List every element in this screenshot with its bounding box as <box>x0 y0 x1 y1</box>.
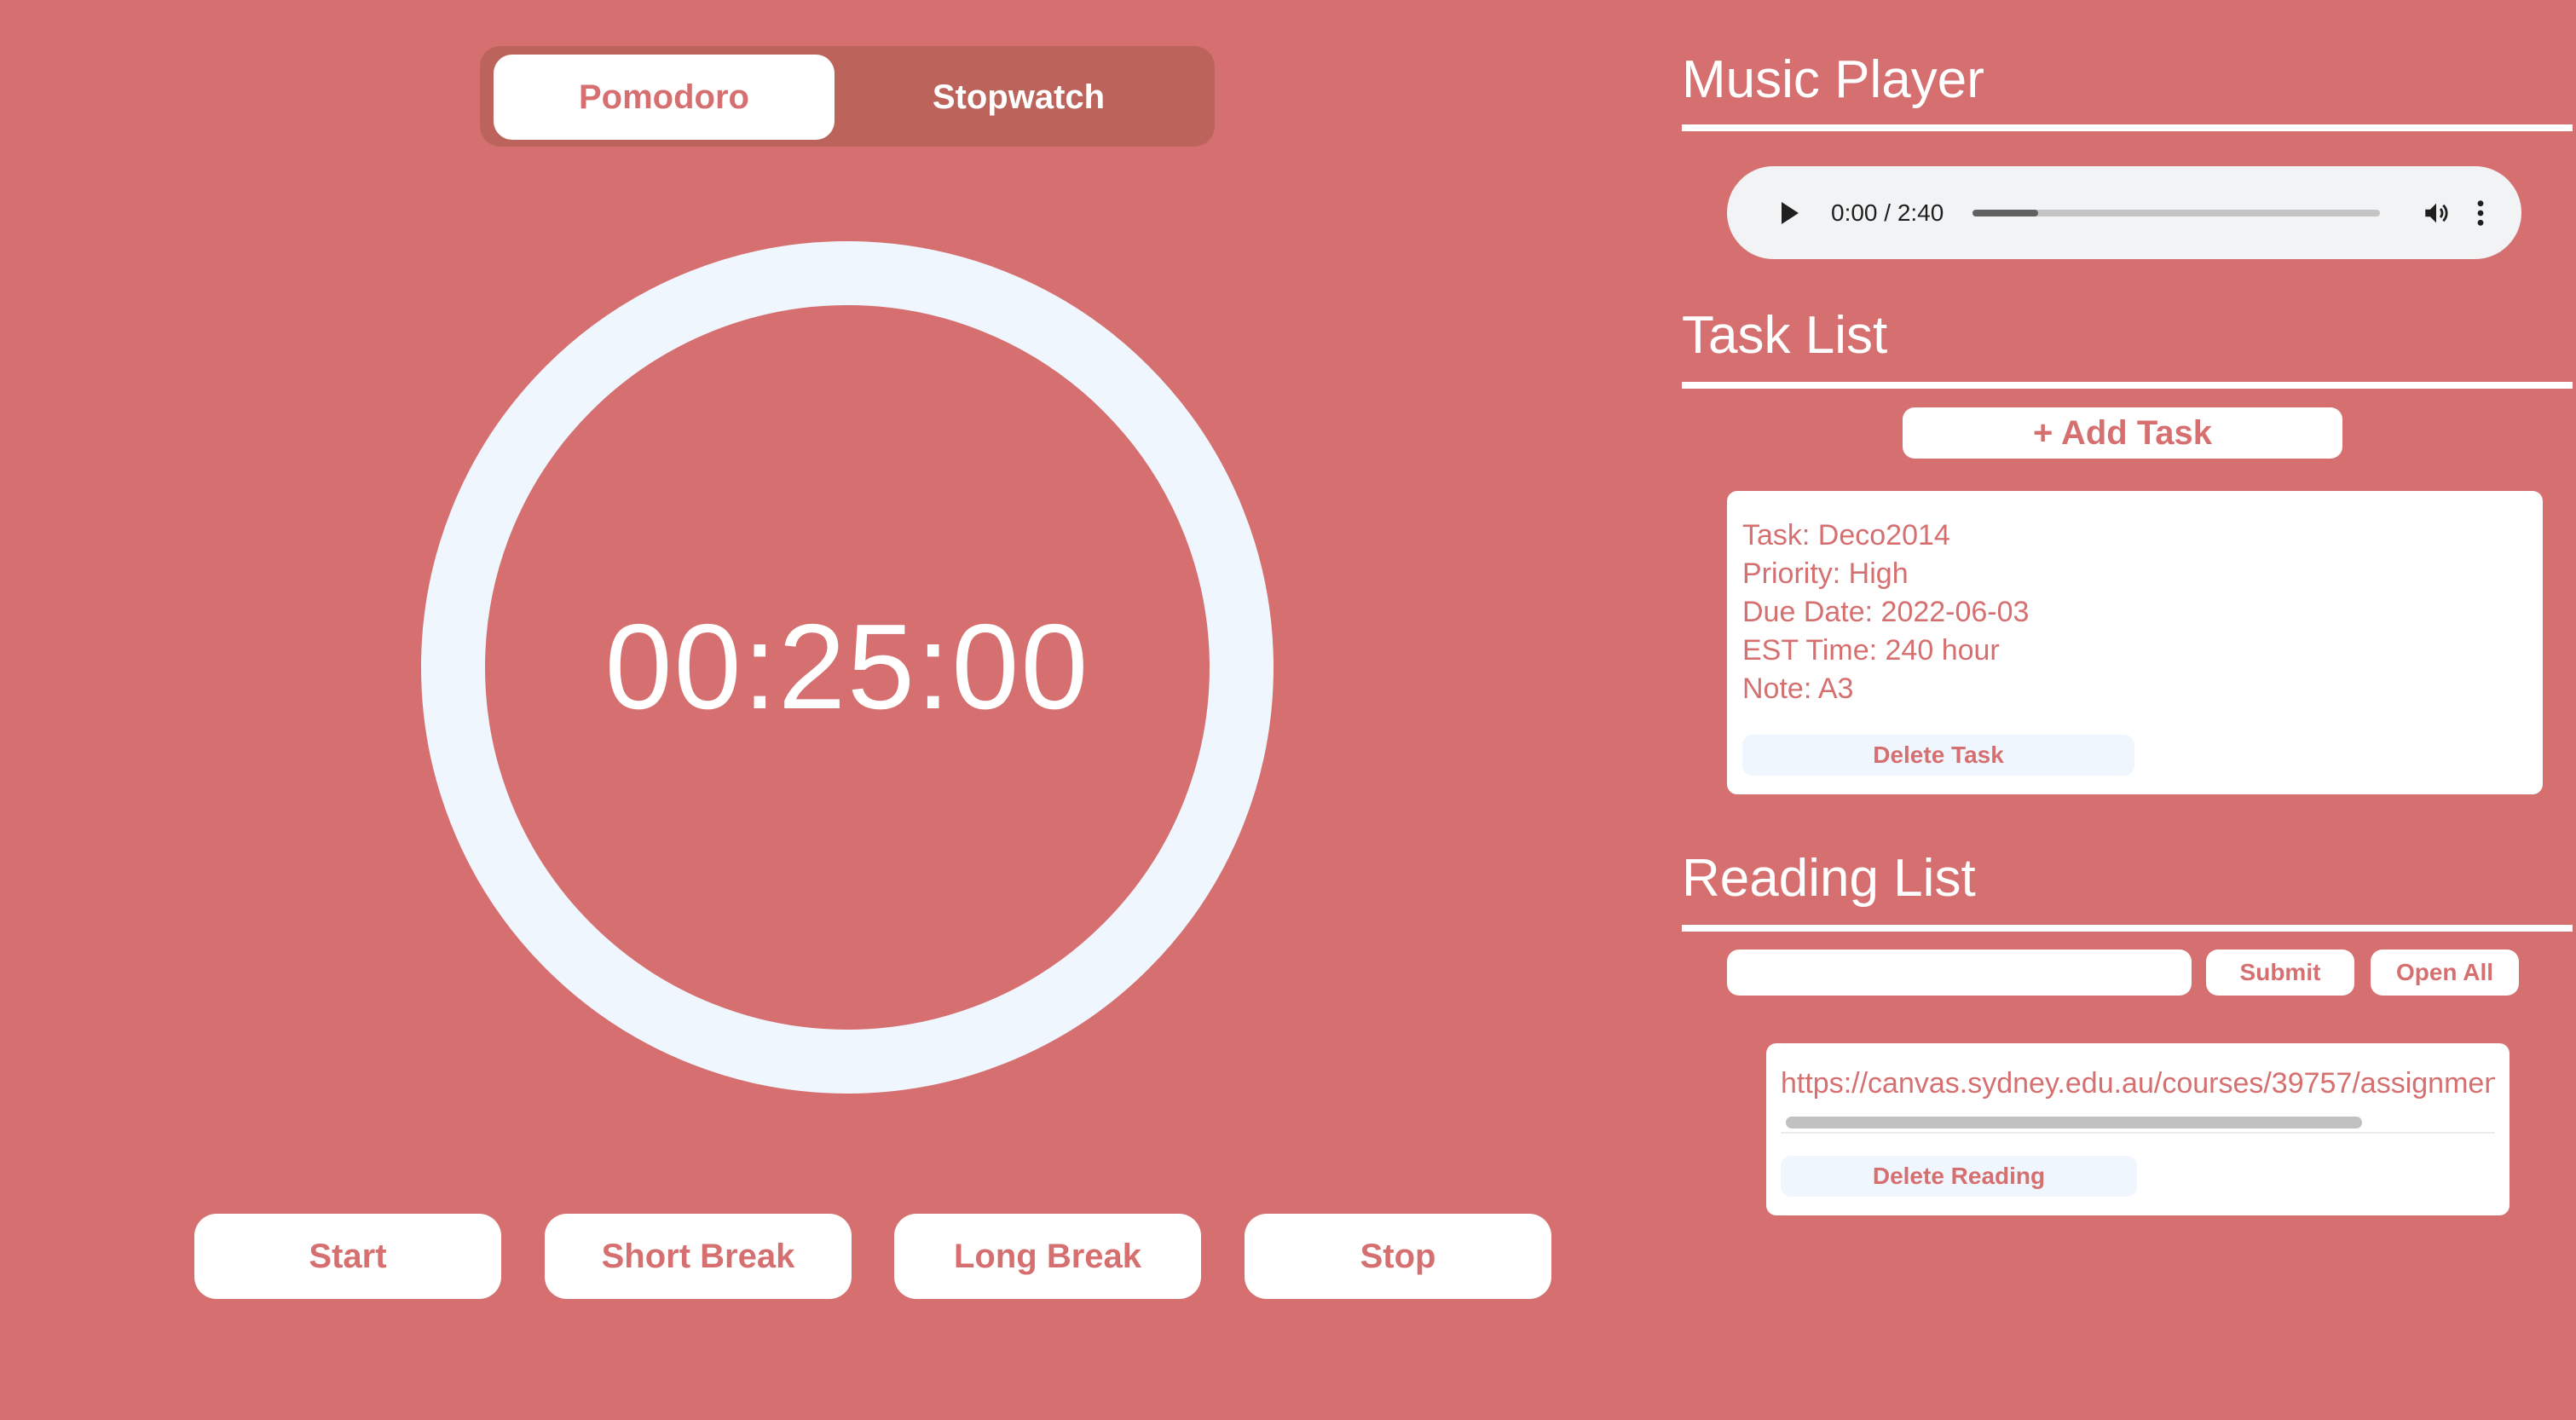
audio-time: 0:00 / 2:40 <box>1831 199 1944 226</box>
reading-link[interactable]: https://canvas.sydney.edu.au/courses/397… <box>1781 1067 2495 1100</box>
delete-task-button[interactable]: Delete Task <box>1742 735 2134 776</box>
audio-buffered <box>1972 209 2038 216</box>
task-priority: Priority: High <box>1742 557 1909 590</box>
audio-player: 0:00 / 2:40 <box>1727 166 2521 259</box>
tab-stopwatch[interactable]: Stopwatch <box>848 55 1189 140</box>
music-player-divider <box>1682 124 2573 131</box>
open-all-button[interactable]: Open All <box>2371 950 2519 996</box>
mode-toggle: Pomodoro Stopwatch <box>480 46 1215 147</box>
start-button[interactable]: Start <box>194 1214 501 1299</box>
task-name: Task: Deco2014 <box>1742 519 1950 551</box>
play-icon[interactable] <box>1782 201 1799 224</box>
reading-card: https://canvas.sydney.edu.au/courses/397… <box>1766 1043 2510 1215</box>
reading-list-title: Reading List <box>1682 849 1976 908</box>
tab-pomodoro[interactable]: Pomodoro <box>494 55 835 140</box>
task-due-date: Due Date: 2022-06-03 <box>1742 596 2030 628</box>
reading-url-input[interactable] <box>1727 950 2192 996</box>
task-note: Note: A3 <box>1742 672 1854 705</box>
task-list-title: Task List <box>1682 306 1888 365</box>
pomodoro-app: Pomodoro Stopwatch 00:25:00 Start Short … <box>0 0 2576 1420</box>
long-break-button[interactable]: Long Break <box>894 1214 1201 1299</box>
scrollbar-thumb[interactable] <box>1786 1117 2362 1128</box>
audio-progress-bar[interactable] <box>1972 209 2381 216</box>
horizontal-scrollbar[interactable] <box>1781 1111 2495 1134</box>
add-task-button[interactable]: + Add Task <box>1903 407 2342 459</box>
task-card: Task: Deco2014 Priority: High Due Date: … <box>1727 491 2543 794</box>
more-options-icon[interactable] <box>2475 199 2486 228</box>
task-list-divider <box>1682 382 2573 389</box>
reading-list-divider <box>1682 925 2573 932</box>
submit-reading-button[interactable]: Submit <box>2206 950 2354 996</box>
delete-reading-button[interactable]: Delete Reading <box>1781 1156 2137 1197</box>
volume-icon[interactable] <box>2421 199 2452 228</box>
music-player-title: Music Player <box>1682 50 1984 109</box>
stop-button[interactable]: Stop <box>1245 1214 1551 1299</box>
task-est-time: EST Time: 240 hour <box>1742 634 2000 667</box>
timer-display: 00:25:00 <box>604 599 1090 735</box>
short-break-button[interactable]: Short Break <box>545 1214 852 1299</box>
